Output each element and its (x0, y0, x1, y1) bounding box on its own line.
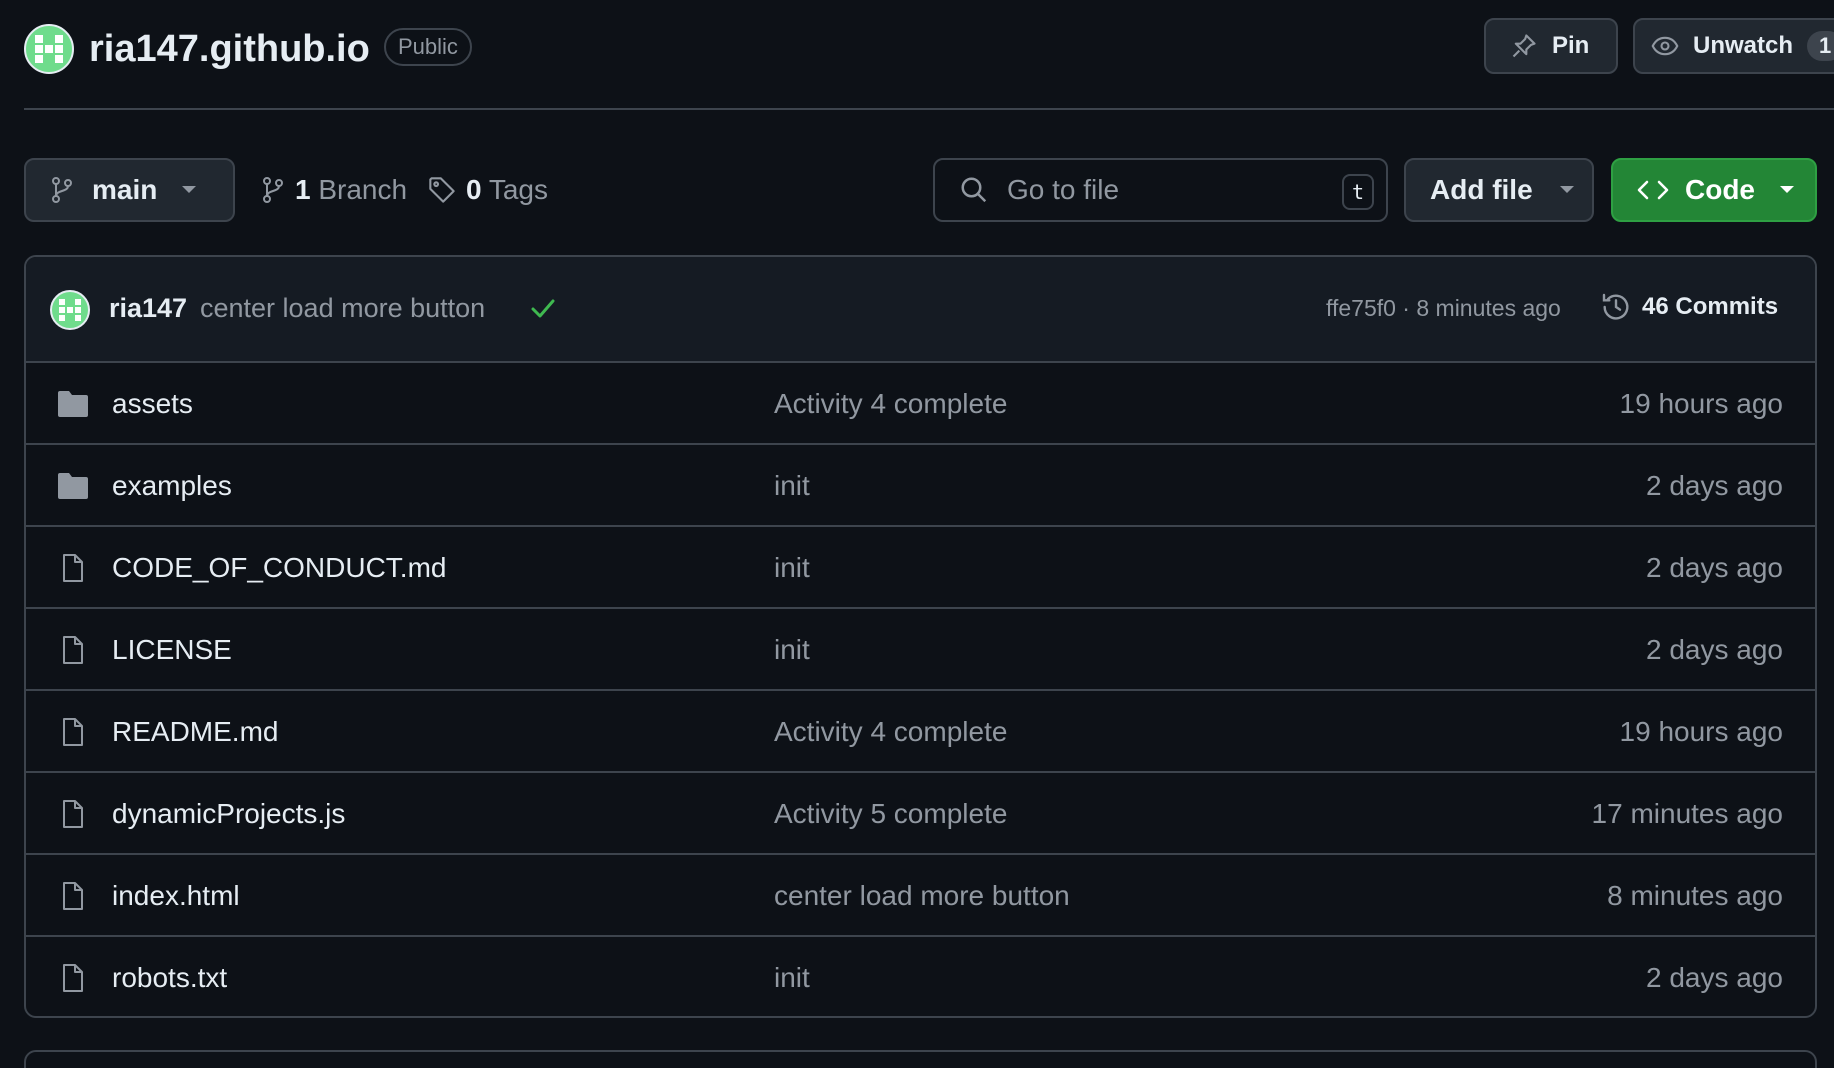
file-name[interactable]: robots.txt (112, 962, 227, 994)
repo-name[interactable]: ria147.github.io (89, 24, 370, 74)
repo-owner-avatar[interactable] (24, 24, 74, 74)
file-row[interactable]: dynamicProjects.js Activity 5 complete 1… (26, 773, 1815, 855)
commit-author-avatar[interactable] (50, 290, 90, 330)
file-commit-message[interactable]: init (774, 634, 810, 666)
file-name[interactable]: dynamicProjects.js (112, 798, 345, 830)
file-commit-age: 19 hours ago (1619, 388, 1783, 419)
latest-commit-bar: ria147 center load more button ffe75f0 ·… (26, 257, 1815, 363)
code-icon (1637, 180, 1669, 200)
file-commit-message[interactable]: Activity 4 complete (774, 716, 1007, 748)
file-row[interactable]: examples init 2 days ago (26, 445, 1815, 527)
commit-author[interactable]: ria147 (109, 293, 187, 324)
chevron-down-icon (182, 186, 197, 193)
chevron-down-icon (1780, 186, 1794, 193)
file-list: assets Activity 4 complete 19 hours ago … (26, 363, 1815, 1016)
add-file-button[interactable]: Add file (1404, 158, 1594, 222)
file-commit-message[interactable]: Activity 5 complete (774, 798, 1007, 830)
unwatch-button[interactable]: Unwatch 1 (1633, 18, 1834, 74)
tag-word: Tags (488, 174, 549, 205)
add-file-label: Add file (1430, 174, 1533, 205)
file-commit-age: 2 days ago (1646, 634, 1783, 665)
file-name[interactable]: README.md (112, 716, 278, 748)
file-row[interactable]: README.md Activity 4 complete 19 hours a… (26, 691, 1815, 773)
file-commit-message[interactable]: init (774, 552, 810, 584)
code-button[interactable]: Code (1611, 158, 1817, 222)
file-row[interactable]: robots.txt init 2 days ago (26, 937, 1815, 1016)
file-name[interactable]: LICENSE (112, 634, 232, 666)
file-icon (56, 963, 90, 993)
file-icon (56, 635, 90, 665)
commit-message[interactable]: center load more button (200, 293, 485, 324)
go-to-file-input[interactable] (1007, 174, 1327, 206)
branch-word: Branch (318, 174, 408, 205)
tag-icon (429, 177, 455, 203)
file-browser: ria147 center load more button ffe75f0 ·… (24, 255, 1817, 1018)
file-commit-age: 17 minutes ago (1591, 798, 1783, 829)
pin-icon (1512, 34, 1536, 58)
file-commit-age: 2 days ago (1646, 470, 1783, 501)
file-commit-age: 2 days ago (1646, 552, 1783, 583)
git-branch-icon (52, 177, 72, 203)
git-branch-icon (263, 177, 283, 203)
commit-count: 46 Commits (1642, 293, 1779, 320)
file-row[interactable]: index.html center load more button 8 min… (26, 855, 1815, 937)
file-commit-message[interactable]: Activity 4 complete (774, 388, 1007, 420)
pin-label: Pin (1552, 32, 1590, 59)
tags-link[interactable]: 0 Tags (428, 158, 548, 222)
file-icon (56, 881, 90, 911)
chevron-down-icon (1559, 186, 1574, 193)
file-row[interactable]: assets Activity 4 complete 19 hours ago (26, 363, 1815, 445)
visibility-badge: Public (384, 28, 472, 66)
file-name[interactable]: assets (112, 388, 193, 420)
watch-count: 1 (1807, 31, 1834, 61)
file-commit-message[interactable]: init (774, 470, 810, 502)
header-divider (24, 108, 1834, 110)
file-row[interactable]: LICENSE init 2 days ago (26, 609, 1815, 691)
branches-link[interactable]: 1 Branch (261, 158, 407, 222)
repo-toolbar: main 1 Branch 0 Tags t Add file (24, 158, 1824, 224)
file-name[interactable]: examples (112, 470, 232, 502)
branch-name: main (92, 174, 158, 205)
branch-count: 1 (295, 174, 311, 205)
file-commit-message[interactable]: init (774, 962, 810, 994)
file-name[interactable]: index.html (112, 880, 240, 912)
check-icon[interactable] (530, 297, 556, 319)
eye-icon (1651, 36, 1679, 56)
code-label: Code (1685, 174, 1755, 205)
file-commit-age: 8 minutes ago (1607, 880, 1783, 911)
shortcut-key-hint: t (1342, 174, 1374, 210)
search-icon (961, 177, 987, 203)
repo-header: ria147.github.io Public Pin Unwatch 1 (24, 0, 1834, 110)
go-to-file-search[interactable]: t (933, 158, 1388, 222)
unwatch-label: Unwatch (1693, 32, 1794, 59)
commits-link[interactable]: 46 Commits (1600, 291, 1778, 323)
pin-button[interactable]: Pin (1484, 18, 1618, 74)
file-row[interactable]: CODE_OF_CONDUCT.md init 2 days ago (26, 527, 1815, 609)
file-name[interactable]: CODE_OF_CONDUCT.md (112, 552, 446, 584)
file-icon (56, 799, 90, 829)
tag-count: 0 (466, 174, 482, 205)
file-icon (56, 553, 90, 583)
file-commit-message[interactable]: center load more button (774, 880, 1070, 912)
commit-sha-time[interactable]: ffe75f0 · 8 minutes ago (1326, 295, 1561, 322)
file-icon (56, 717, 90, 747)
file-commit-age: 2 days ago (1646, 962, 1783, 993)
file-commit-age: 19 hours ago (1619, 716, 1783, 747)
readme-panel-edge (24, 1050, 1817, 1068)
folder-icon (56, 389, 90, 419)
folder-icon (56, 471, 90, 501)
history-icon (1602, 293, 1629, 320)
repo-page: ria147.github.io Public Pin Unwatch 1 ma… (0, 0, 1834, 1068)
branch-selector[interactable]: main (24, 158, 235, 222)
